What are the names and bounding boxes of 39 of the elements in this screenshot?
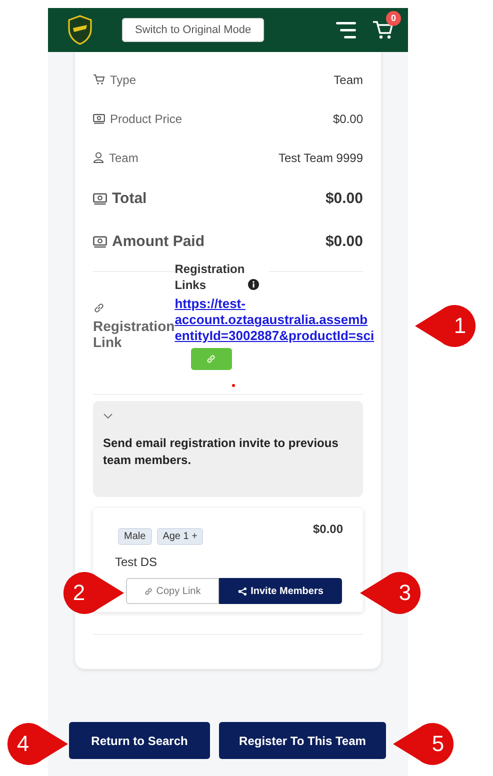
menu-icon[interactable] <box>336 21 356 39</box>
detail-label: Product Price <box>110 112 184 126</box>
detail-value: Team <box>334 72 363 86</box>
member-name: Test DS <box>115 555 158 569</box>
detail-label: Amount Paid <box>112 233 206 250</box>
shield-logo-icon[interactable] <box>68 15 92 45</box>
detail-value: Test Team 9999 <box>278 150 363 164</box>
detail-value: $0.00 <box>325 190 363 207</box>
link-icon <box>144 586 154 596</box>
detail-label: Team <box>109 150 140 164</box>
cart-icon[interactable] <box>372 20 394 40</box>
banknote-icon <box>93 236 107 248</box>
dot-mark <box>232 384 234 386</box>
copy-link-button[interactable]: Copy Link <box>126 578 219 604</box>
detail-label: Total <box>112 190 148 207</box>
person-icon <box>93 152 104 163</box>
banknote-icon <box>93 192 107 204</box>
info-icon[interactable] <box>248 279 259 290</box>
tag: Male <box>118 528 152 545</box>
share-icon <box>238 586 247 596</box>
invite-members-button[interactable]: Invite Members <box>219 578 342 604</box>
detail-value: $0.00 <box>332 112 363 126</box>
switch-mode-button[interactable]: Switch to Original Mode <box>122 18 264 42</box>
return-button[interactable]: Return to Search <box>69 722 210 759</box>
detail-label: Type <box>110 72 138 86</box>
tag: Age 1 + <box>156 528 204 545</box>
detail-value: $0.00 <box>325 233 363 250</box>
chevron-icon[interactable] <box>103 413 113 419</box>
registration-links-heading: Registration Links <box>174 261 245 293</box>
invite-description: Send email registration invite to previous team members. <box>103 435 340 469</box>
banknote-icon <box>93 114 105 124</box>
register-button[interactable]: Register To This Team <box>219 722 386 759</box>
cart-icon <box>93 74 105 85</box>
link-icon <box>93 302 105 314</box>
registration-url-link[interactable]: https://test- account.oztagaustralia.assemb entityId=3002887&productId=sci <box>174 296 408 344</box>
registration-link-label: Registration Link <box>93 318 175 350</box>
cart-count-badge: 0 <box>386 11 401 26</box>
member-price: $0.00 <box>312 522 343 536</box>
link-icon <box>206 354 216 364</box>
